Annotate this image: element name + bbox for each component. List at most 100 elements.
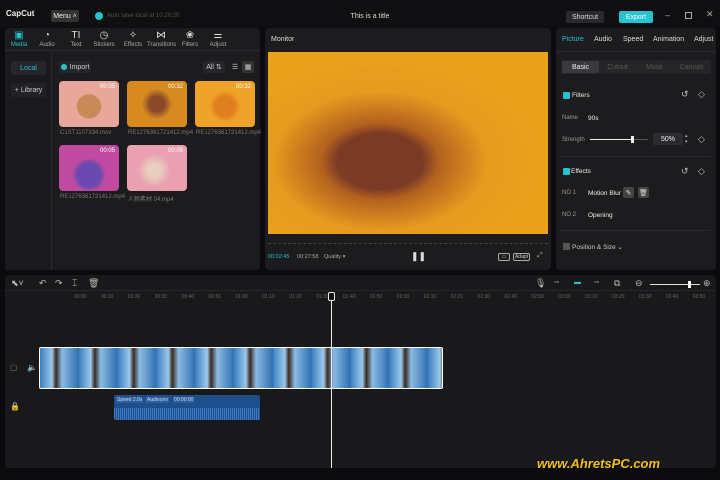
video-clip[interactable]: [39, 347, 443, 389]
import-button[interactable]: Import: [59, 61, 91, 73]
playhead[interactable]: [328, 292, 335, 468]
sidebar-item-local[interactable]: Local: [11, 61, 46, 75]
media-item[interactable]: 00:05: [59, 145, 119, 191]
ruler-tick-label: 00:20: [127, 294, 141, 300]
media-item[interactable]: 00:32: [127, 81, 187, 127]
keyframe-icon[interactable]: ◇: [698, 134, 705, 145]
position-size-checkbox[interactable]: [563, 243, 570, 250]
audio-time: 00:00:00: [173, 397, 195, 403]
media-item-name: RE1276361721412.mp4: [60, 194, 126, 200]
zoom-slider[interactable]: [650, 281, 700, 288]
shortcut-button[interactable]: Shortcut: [566, 11, 604, 23]
magnet-icon[interactable]: ▬: [574, 279, 581, 286]
ruler-tick-label: 02:20: [450, 294, 464, 300]
position-size-title[interactable]: Position & Size ⌄: [572, 243, 623, 251]
menu-button[interactable]: Menu ˄: [51, 10, 79, 22]
tab-picture[interactable]: Picture: [562, 36, 584, 43]
edit-effect-icon[interactable]: ✎: [623, 187, 634, 198]
ruler-tick-label: 01:50: [369, 294, 383, 300]
lock-icon[interactable]: 🔒: [10, 402, 20, 411]
grid-view-icon[interactable]: ▦: [242, 61, 254, 73]
monitor-panel: Monitor 00:02:45 00:27:58 Quality ▾ ❚❚ ▭…: [265, 28, 551, 270]
tab-transitions[interactable]: ⋈ Transitions: [147, 30, 176, 48]
cover-icon[interactable]: ▢: [10, 363, 18, 372]
tab-effects[interactable]: ✧ Effects: [119, 30, 147, 48]
tab-text[interactable]: TI Text: [62, 30, 90, 48]
tab-adjust-props[interactable]: Adjust: [694, 36, 713, 43]
pause-button[interactable]: ❚❚: [411, 251, 426, 262]
project-title[interactable]: This is a title: [330, 13, 410, 20]
subtab-mask[interactable]: Mask: [636, 61, 673, 73]
filters-checkbox[interactable]: [563, 92, 570, 99]
autosave-check-icon: [95, 12, 103, 20]
media-item[interactable]: 00:05: [59, 81, 119, 127]
delete-icon[interactable]: 🗑: [88, 278, 99, 289]
microphone-icon[interactable]: 🎙: [535, 278, 546, 289]
media-item-name: 人物素材 04.mp4: [128, 197, 174, 203]
filters-title: Filters: [572, 92, 590, 99]
ruler-tick-label: 03:20: [612, 294, 625, 300]
split-icon[interactable]: ⌶: [72, 278, 77, 289]
tab-media[interactable]: ▣ Media: [5, 30, 33, 48]
sidebar-item-library[interactable]: + Library: [11, 83, 46, 97]
filter-name-value: 90s: [588, 115, 599, 122]
ruler-tick-label: 01:00: [235, 294, 248, 300]
fullscreen-preview-icon[interactable]: ▭: [498, 253, 510, 261]
tab-adjust[interactable]: ⚌ Adjust: [204, 30, 232, 48]
audio-name: Audioceo: [146, 397, 169, 403]
scrub-bar[interactable]: [268, 238, 548, 244]
keyframe-icon[interactable]: ◇: [698, 89, 705, 100]
ruler-tick-label: 00:50: [208, 294, 222, 300]
split-view-icon[interactable]: ⧉: [614, 278, 620, 289]
tab-audio-props[interactable]: Audio: [594, 36, 612, 43]
media-item[interactable]: 00:32: [195, 81, 255, 127]
inspector-panel: Basic Cutout Mask Canvas: [556, 28, 716, 270]
subtab-basic[interactable]: Basic: [562, 61, 599, 73]
export-button[interactable]: Export: [619, 11, 653, 23]
tab-stickers[interactable]: ◷ Stickers: [90, 30, 118, 48]
subtab-canvas[interactable]: Canvas: [673, 61, 710, 73]
close-button[interactable]: ✕: [706, 9, 714, 20]
effects-checkbox[interactable]: [563, 168, 570, 175]
strength-input[interactable]: 50%: [653, 133, 683, 145]
media-item[interactable]: 00:05: [127, 145, 187, 191]
fullscreen-icon[interactable]: ⤢: [537, 252, 543, 260]
mute-icon[interactable]: 🔈: [27, 363, 37, 372]
ruler-tick-label: 01:20: [289, 294, 302, 300]
zoom-out-icon[interactable]: ⊖: [635, 278, 643, 289]
strength-slider[interactable]: [590, 136, 648, 143]
list-view-icon[interactable]: ☰: [229, 61, 241, 73]
audio-waveform: [114, 408, 260, 420]
minimize-button[interactable]: –: [665, 10, 670, 20]
reset-icon[interactable]: ↺: [681, 166, 689, 177]
ruler-tick-label: 01:30: [316, 294, 329, 300]
title-bar: CapCut Menu ˄ Auto save local at 10:20:2…: [0, 0, 720, 28]
undo-icon[interactable]: ↶: [39, 278, 47, 289]
reset-icon[interactable]: ↺: [681, 89, 689, 100]
maximize-button[interactable]: [685, 12, 692, 19]
zoom-in-icon[interactable]: ⊕: [703, 278, 711, 289]
autosave-status: Auto save local at 10:20:20: [107, 13, 180, 19]
select-tool-icon[interactable]: ⬉˅: [11, 278, 24, 289]
video-preview: [268, 52, 548, 234]
import-icon: [60, 64, 67, 70]
subtab-cutout[interactable]: Cutout: [599, 61, 636, 73]
tab-filters[interactable]: ❀ Filters: [176, 30, 204, 48]
tab-audio[interactable]: ◔ Audio: [33, 30, 61, 48]
stickers-icon: ◷: [99, 30, 109, 41]
audio-clip[interactable]: Speed 2.0x Audioceo 00:00:00: [114, 395, 260, 420]
redo-icon[interactable]: ↷: [55, 278, 63, 289]
media-icon: ▣: [14, 30, 24, 41]
ruler-tick-label: 03:10: [585, 294, 598, 300]
ratio-button[interactable]: Adapt: [513, 253, 530, 261]
strength-stepper[interactable]: ▴ ▾: [685, 133, 688, 145]
keyframe-icon[interactable]: ◇: [698, 166, 705, 177]
adjust-icon: ⚌: [213, 30, 223, 41]
preview-axis-icon[interactable]: ▫▫: [594, 279, 599, 286]
filter-dropdown[interactable]: All ⇅: [203, 61, 225, 73]
tab-animation[interactable]: Animation: [653, 36, 684, 43]
link-icon[interactable]: ▫▫: [554, 279, 559, 286]
delete-effect-icon[interactable]: 🗑: [638, 187, 649, 198]
tab-speed[interactable]: Speed: [623, 36, 643, 43]
quality-dropdown[interactable]: Quality ▾: [324, 254, 345, 260]
